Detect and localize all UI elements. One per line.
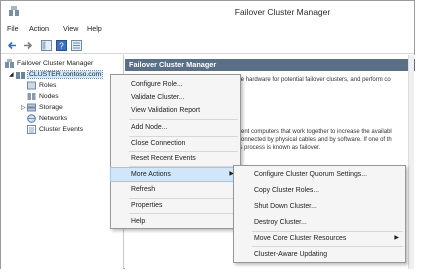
submenu-arrow-icon: ▶ [394, 235, 399, 241]
tree-cluster[interactable]: ◢ CLUSTER.contoso.com [9, 69, 104, 79]
tree-item-roles[interactable]: Roles [27, 80, 56, 90]
description-line-3: This process is known as failover. [231, 145, 321, 151]
menu-more-actions[interactable]: More Actions ▶ [110, 167, 241, 182]
menu-copy-cluster-roles[interactable]: Copy Cluster Roles... [234, 184, 405, 197]
overview-text: idate hardware for potential failover cl… [231, 77, 391, 83]
menu-separator [129, 166, 238, 167]
menu-separator [129, 119, 238, 120]
nodes-icon [27, 92, 36, 100]
properties-icon[interactable] [71, 40, 82, 51]
tree-root-label: Failover Cluster Manager [17, 59, 94, 67]
menu-view[interactable]: View [63, 24, 78, 33]
tree-cluster-label: CLUSTER.contoso.com [26, 69, 104, 79]
tree-item-networks[interactable]: Networks [27, 113, 67, 123]
svg-text:?: ? [59, 42, 64, 51]
tree-item-nodes-label: Nodes [39, 92, 59, 100]
cluster-manager-icon [5, 58, 14, 68]
networks-icon [27, 113, 36, 123]
menu-add-node[interactable]: Add Node... [111, 121, 240, 134]
tree-item-roles-label: Roles [39, 81, 57, 89]
more-actions-submenu: Configure Cluster Quorum Settings... Cop… [233, 165, 406, 263]
tree-item-cluster-events-label: Cluster Events [39, 125, 84, 133]
menu-help[interactable]: Help [87, 24, 102, 33]
collapse-arrow-icon[interactable]: ◢ [9, 71, 15, 78]
tree-item-nodes[interactable]: Nodes [27, 91, 59, 101]
description-line-1: endent computers that work together to i… [231, 129, 392, 135]
menu-separator [129, 213, 238, 214]
menu-bar: File Action View Help [1, 23, 414, 36]
cluster-icon [16, 71, 25, 79]
tree-item-cluster-events[interactable]: Cluster Events [27, 124, 83, 134]
menu-view-validation-report[interactable]: View Validation Report [111, 104, 240, 117]
menu-file[interactable]: File [7, 24, 19, 33]
description-line-2: re connected by physical cables and by s… [231, 137, 392, 143]
app-window: Failover Cluster Manager File Action Vie… [0, 0, 415, 269]
vertical-scrollbar[interactable] [408, 55, 414, 269]
tree-item-networks-label: Networks [39, 114, 68, 122]
menu-reset-recent-events[interactable]: Reset Recent Events [111, 152, 240, 165]
tree-root[interactable]: Failover Cluster Manager [5, 58, 93, 68]
menu-destroy-cluster[interactable]: Destroy Cluster... [234, 216, 405, 229]
menu-validate-cluster[interactable]: Validate Cluster... [111, 91, 240, 104]
menu-move-core-resources[interactable]: Move Core Cluster Resources ▶ [234, 232, 405, 245]
menu-shut-down-cluster[interactable]: Shut Down Cluster... [234, 200, 405, 213]
tree-item-storage-label: Storage [39, 103, 63, 111]
menu-separator [252, 246, 403, 247]
roles-icon [27, 81, 36, 89]
forward-icon[interactable] [22, 40, 33, 51]
toolbar: ? [1, 37, 414, 54]
tree-item-storage[interactable]: ▷ Storage [21, 102, 63, 112]
back-icon[interactable] [7, 40, 18, 51]
menu-action[interactable]: Action [29, 24, 49, 33]
menu-configure-quorum[interactable]: Configure Cluster Quorum Settings... [234, 168, 405, 181]
menu-configure-role[interactable]: Configure Role... [111, 78, 240, 91]
menu-more-actions-label: More Actions [131, 171, 171, 178]
window-title: Failover Cluster Manager [234, 7, 331, 17]
navigation-tree: Failover Cluster Manager ◢ CLUSTER.conto… [1, 55, 124, 269]
storage-icon [27, 103, 36, 111]
show-hide-tree-icon[interactable] [41, 40, 52, 51]
menu-move-core-resources-label: Move Core Cluster Resources [254, 235, 347, 242]
menu-cluster-aware-updating[interactable]: Cluster-Aware Updating [234, 248, 405, 261]
events-icon [27, 124, 36, 134]
help-icon[interactable]: ? [56, 40, 67, 51]
context-menu: Configure Role... Validate Cluster... Vi… [110, 74, 241, 229]
menu-help-item[interactable]: Help [111, 215, 240, 228]
content-header: Failover Cluster Manager [125, 59, 415, 71]
menu-refresh[interactable]: Refresh [111, 183, 240, 196]
title-bar: Failover Cluster Manager [1, 1, 414, 21]
menu-close-connection[interactable]: Close Connection [111, 137, 240, 150]
menu-properties[interactable]: Properties [111, 199, 240, 212]
